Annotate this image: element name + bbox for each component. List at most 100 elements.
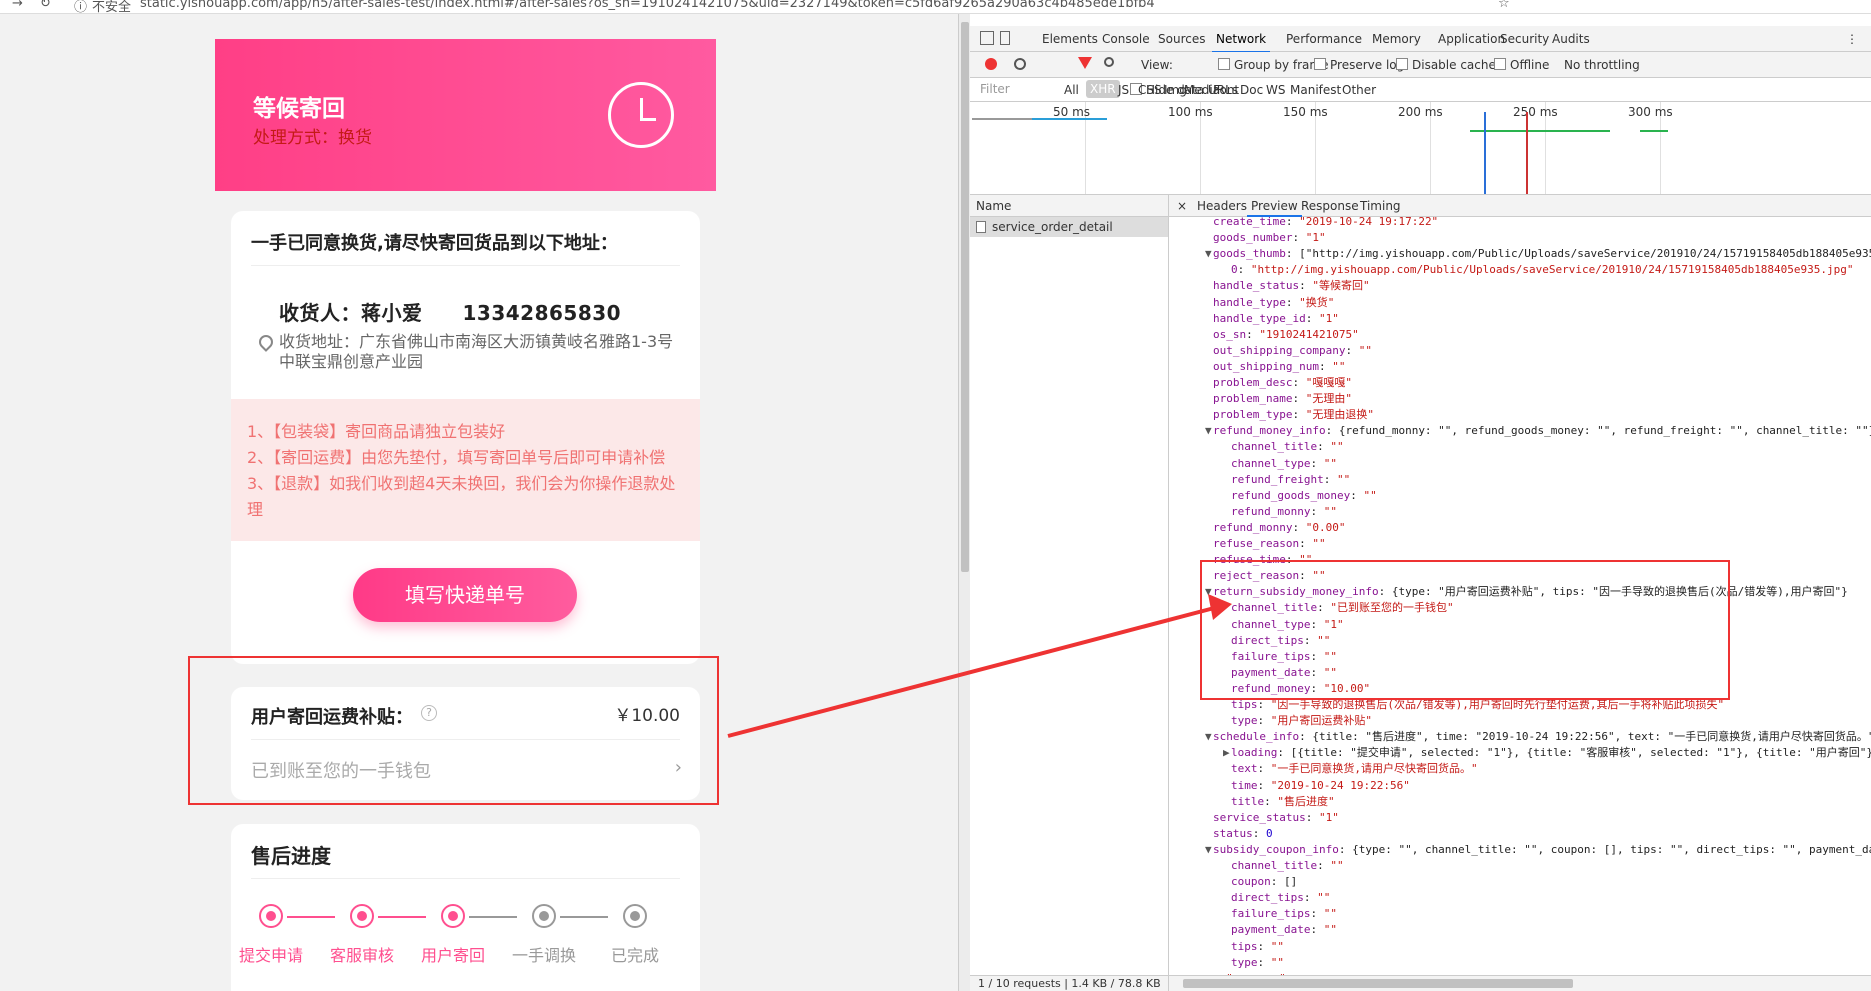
json-line[interactable]: problem_name: "无理由" <box>1213 391 1352 407</box>
expand-icon[interactable]: ▼ <box>1205 423 1213 439</box>
json-line[interactable]: time: "2019-10-24 19:22:56" <box>1231 778 1410 794</box>
filter-type-doc[interactable]: Doc <box>1240 83 1263 97</box>
search-icon[interactable] <box>1104 57 1114 67</box>
scrollbar-thumb[interactable] <box>1183 979 1573 988</box>
json-line[interactable]: out_shipping_num: "" <box>1213 359 1345 375</box>
json-line[interactable]: os_sn: "1910241421075" <box>1213 327 1359 343</box>
json-line[interactable]: failure_tips: "" <box>1231 906 1337 922</box>
back-icon[interactable]: → <box>12 0 23 11</box>
json-line[interactable]: ▼subsidy_coupon_info: {type: "", channel… <box>1205 842 1871 858</box>
cache-checkbox[interactable] <box>1396 58 1408 70</box>
filter-type-css[interactable]: CSS <box>1138 83 1162 97</box>
json-line[interactable]: type: "用户寄回运费补贴" <box>1231 713 1372 729</box>
page-scrollbar[interactable] <box>958 14 970 991</box>
json-line[interactable]: direct_tips: "" <box>1231 890 1330 906</box>
filter-type-ws[interactable]: WS <box>1266 83 1285 97</box>
devtools-tab-sources[interactable]: Sources <box>1158 32 1205 46</box>
expand-icon[interactable]: ▶ <box>1223 745 1231 761</box>
panel-tab-headers[interactable]: Headers <box>1197 199 1247 213</box>
name-header[interactable]: Name <box>970 195 1168 217</box>
close-icon[interactable]: × <box>1177 199 1187 213</box>
request-row[interactable]: service_order_detail <box>970 217 1168 237</box>
json-line[interactable]: refuse_reason: "" <box>1213 536 1326 552</box>
expand-icon[interactable]: ▼ <box>1205 246 1213 262</box>
group-checkbox[interactable] <box>1218 58 1230 70</box>
json-line[interactable]: refund_freight: "" <box>1231 472 1350 488</box>
scrollbar-thumb[interactable] <box>961 22 969 572</box>
preserve-checkbox[interactable] <box>1314 58 1326 70</box>
json-key: refund_freight <box>1231 472 1324 486</box>
offline-checkbox[interactable] <box>1494 58 1506 70</box>
json-colon: : <box>1299 730 1313 744</box>
json-line[interactable]: ▼refund_money_info: {refund_monny: "", r… <box>1205 423 1871 439</box>
filter-type-all[interactable]: All <box>1064 83 1079 97</box>
filter-type-other[interactable]: Other <box>1342 83 1376 97</box>
json-line[interactable]: text: "一手已同意换货,请用户尽快寄回货品。" <box>1231 761 1478 777</box>
devtools-tab-console[interactable]: Console <box>1102 32 1150 46</box>
filter-type-js[interactable]: JS <box>1118 83 1129 97</box>
fill-tracking-button[interactable]: 填写快递单号 <box>353 568 577 622</box>
devtools-tab-application[interactable]: Application <box>1438 32 1505 46</box>
json-line[interactable]: out_shipping_company: "" <box>1213 343 1372 359</box>
json-line[interactable]: coupon: [] <box>1231 874 1297 890</box>
json-line[interactable]: 0: "http://img.yishouapp.com/Public/Uplo… <box>1231 262 1854 278</box>
preserve-label: Preserve log <box>1330 58 1405 72</box>
json-line[interactable]: channel_type: "" <box>1231 456 1337 472</box>
devtools-tab-network[interactable]: Network <box>1211 32 1271 53</box>
horizontal-scrollbar[interactable] <box>1169 975 1871 991</box>
browser-address-bar[interactable]: → ↻ ⓘ 不安全 static.yishouapp.com/app/h5/af… <box>0 0 1871 14</box>
json-line[interactable]: handle_type: "换货" <box>1213 295 1334 311</box>
more-icon[interactable]: ⋮ <box>1846 32 1858 46</box>
panel-tab-preview[interactable]: Preview <box>1247 199 1302 217</box>
devtools-tab-memory[interactable]: Memory <box>1372 32 1421 46</box>
url-text[interactable]: static.yishouapp.com/app/h5/after-sales-… <box>140 0 1155 11</box>
json-key: problem_type <box>1213 408 1293 422</box>
json-line[interactable]: create_time: "2019-10-24 19:17:22" <box>1213 217 1438 230</box>
devtools-tab-performance[interactable]: Performance <box>1286 32 1362 46</box>
devtools-tab-elements[interactable]: Elements <box>1042 32 1098 46</box>
info-icon[interactable]: ⓘ <box>74 0 87 13</box>
devtools-tab-security[interactable]: Security <box>1500 32 1549 46</box>
json-key: loading <box>1231 746 1278 760</box>
json-line[interactable]: problem_desc: "嘎嘎嘎" <box>1213 375 1352 391</box>
json-line[interactable]: handle_type_id: "1" <box>1213 311 1339 327</box>
panel-tab-response[interactable]: Response <box>1301 199 1359 213</box>
reload-icon[interactable]: ↻ <box>40 0 51 11</box>
json-line[interactable]: refund_goods_money: "" <box>1231 488 1377 504</box>
clear-icon[interactable] <box>1014 58 1026 70</box>
network-timeline[interactable]: 50 ms 100 ms 150 ms 200 ms 250 ms 300 ms <box>970 102 1871 195</box>
json-line[interactable]: status: 0 <box>1213 826 1273 842</box>
filter-type-manifest[interactable]: Manifest <box>1290 83 1341 97</box>
json-line[interactable]: channel_title: "" <box>1231 858 1344 874</box>
json-line[interactable]: tips: "" <box>1231 939 1284 955</box>
devtools-tab-audits[interactable]: Audits <box>1552 32 1590 46</box>
json-line[interactable]: service_status: "1" <box>1213 810 1339 826</box>
json-line[interactable]: problem_type: "无理由退换" <box>1213 407 1374 423</box>
json-line[interactable]: handle_status: "等候寄回" <box>1213 278 1370 294</box>
json-line[interactable]: payment_date: "" <box>1231 922 1337 938</box>
record-icon[interactable] <box>985 58 997 70</box>
receiver-address: 收货地址：广东省佛山市南海区大沥镇黄岐名雅路1-3号中联宝鼎创意产业园 <box>279 332 674 371</box>
json-line[interactable]: ▼schedule_info: {title: "售后进度", time: "2… <box>1205 729 1871 745</box>
filter-type-font[interactable]: Font <box>1213 83 1239 97</box>
json-key: handle_type_id <box>1213 311 1306 325</box>
filter-icon[interactable] <box>1078 57 1092 69</box>
expand-icon[interactable]: ▼ <box>1205 729 1213 745</box>
star-icon[interactable]: ☆ <box>1498 0 1510 11</box>
json-line[interactable]: refund_monny: "" <box>1231 504 1337 520</box>
json-line[interactable]: type: "" <box>1231 955 1284 971</box>
device-toggle-icon[interactable] <box>1000 31 1010 45</box>
json-value: "" <box>1323 504 1337 518</box>
json-line[interactable]: ▶loading: [{title: "提交申请", selected: "1"… <box>1223 745 1871 761</box>
inspect-icon[interactable] <box>980 31 994 45</box>
file-icon <box>976 221 986 233</box>
panel-tab-timing[interactable]: Timing <box>1360 199 1401 213</box>
json-line[interactable]: channel_title: "" <box>1231 439 1344 455</box>
expand-icon[interactable]: ▼ <box>1205 842 1213 858</box>
json-line[interactable]: ▼goods_thumb: ["http://img.yishouapp.com… <box>1205 246 1871 262</box>
json-line[interactable]: title: "售后进度" <box>1231 794 1335 810</box>
throttle-select[interactable]: No throttling <box>1564 58 1640 72</box>
filter-type-xhr[interactable]: XHR <box>1086 80 1120 98</box>
json-line[interactable]: goods_number: "1" <box>1213 230 1326 246</box>
json-line[interactable]: refund_monny: "0.00" <box>1213 520 1345 536</box>
